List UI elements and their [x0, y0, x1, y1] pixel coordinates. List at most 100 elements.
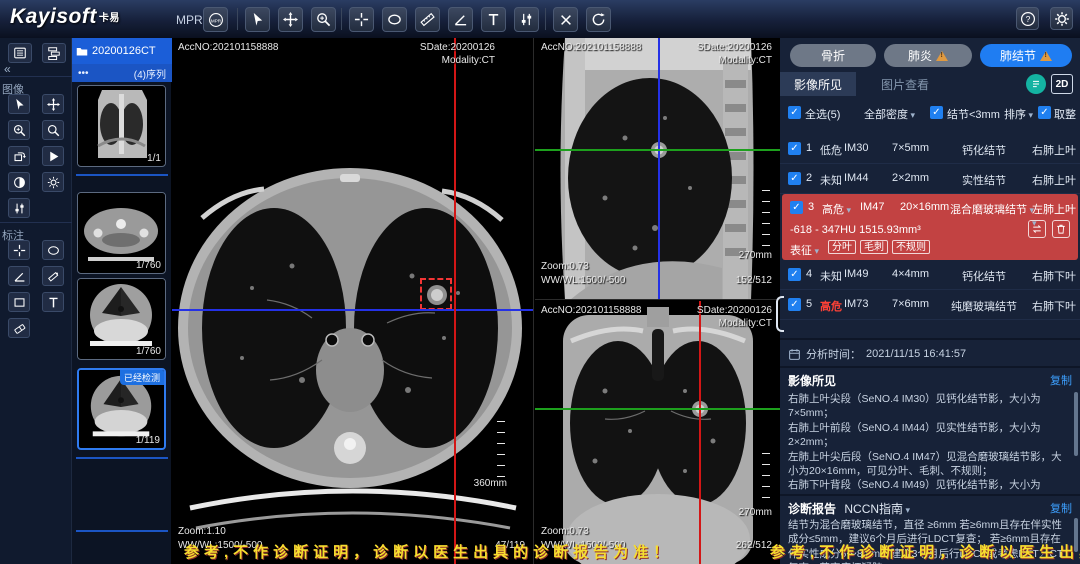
zoom-in-icon: [13, 124, 26, 137]
select-all-checkbox[interactable]: [788, 106, 801, 119]
delete-nodule-button[interactable]: [1052, 220, 1070, 238]
invert-contrast-tool[interactable]: [8, 172, 30, 192]
help-button[interactable]: ?: [1016, 7, 1039, 30]
nodule-risk-dropdown[interactable]: 高危: [822, 201, 851, 217]
sort-dropdown[interactable]: 排序: [1004, 106, 1033, 122]
feature-chip[interactable]: 分叶: [828, 240, 856, 254]
nodule-row[interactable]: 4 未知 IM49 4×4mm 钙化结节 右肺下叶: [780, 260, 1080, 290]
sagittal-viewport[interactable]: AccNO:202101158888 SDate:20200126 Modali…: [535, 38, 780, 300]
sagittal-modality: Modality:CT: [719, 55, 772, 66]
nodule-type: 钙化结节: [936, 268, 1032, 284]
tab-image-view[interactable]: 图片查看: [870, 72, 940, 96]
text-tool-button[interactable]: [481, 7, 506, 32]
nodule-type-dropdown[interactable]: 混合磨玻璃结节: [950, 201, 1034, 217]
feature-chip[interactable]: 不规则: [892, 240, 930, 254]
copy-findings-button[interactable]: 复制: [1050, 372, 1072, 388]
study-header[interactable]: 20200126CT: [72, 38, 172, 64]
coronal-vertical-reference-line[interactable]: [699, 301, 701, 564]
settings-button[interactable]: [1050, 7, 1073, 30]
thumbnail-scout[interactable]: 1/1: [77, 85, 166, 167]
thumb-counter: 1/1: [147, 153, 161, 164]
crosshair-annotation-tool[interactable]: [8, 240, 30, 260]
reset-tool-button[interactable]: [586, 7, 611, 32]
nodule-checkbox[interactable]: [788, 298, 801, 311]
thumbnail-axial-lung[interactable]: 1/760: [77, 278, 166, 360]
calendar-icon: [788, 348, 801, 361]
axial-viewport[interactable]: AccNO:202101158888 SDate:20200126 Modali…: [172, 38, 534, 564]
ruler-tool-button[interactable]: [415, 7, 440, 32]
follow-up-button[interactable]: [1028, 220, 1046, 238]
module-lung-nodule-button[interactable]: 肺结节: [980, 44, 1072, 67]
cine-play-tool[interactable]: [42, 146, 64, 166]
cursor-tool-button[interactable]: [245, 7, 270, 32]
nodule-location: 右肺下叶: [1032, 298, 1076, 314]
round-checkbox[interactable]: [1038, 106, 1051, 119]
more-button[interactable]: •••: [78, 68, 89, 79]
nodule-image-index: IM49: [844, 268, 868, 280]
coronal-horizontal-reference-line[interactable]: [535, 408, 780, 410]
tab-findings[interactable]: 影像所见: [780, 72, 856, 96]
coronal-viewport[interactable]: AccNO:202101158888 SDate:20200126 Modali…: [535, 301, 780, 564]
delete-annotation-button[interactable]: [553, 7, 578, 32]
nodule-size: 4×4mm: [892, 268, 929, 280]
window-level-tool[interactable]: [8, 198, 30, 218]
ellipse-annotation-tool[interactable]: [42, 240, 64, 260]
sagittal-zoom: Zoom:0.73: [541, 261, 589, 272]
module-fracture-button[interactable]: 骨折: [790, 44, 876, 67]
module-pneumonia-button[interactable]: 肺炎: [884, 44, 972, 67]
nodule-number: 4: [806, 268, 812, 280]
rotate-tool[interactable]: [8, 146, 30, 166]
density-dropdown[interactable]: 全部密度: [864, 106, 915, 122]
findings-scrollbar[interactable]: [1074, 392, 1078, 456]
eraser-tool[interactable]: [8, 318, 30, 338]
angle-annotation-tool[interactable]: [8, 266, 30, 286]
window-level-tool-button[interactable]: [514, 7, 539, 32]
nodule-roi-box[interactable]: [420, 278, 452, 310]
2d-mode-button[interactable]: 2D: [1051, 74, 1073, 94]
ellipse-tool-button[interactable]: [382, 7, 407, 32]
text-annotation-tool[interactable]: [42, 292, 64, 312]
nodule-row-selected[interactable]: 3 高危 IM47 20×16mm 混合磨玻璃结节 左肺上叶 -618 - 34…: [782, 194, 1078, 260]
folder-icon: [76, 45, 88, 57]
toolbar-separator: [341, 8, 342, 30]
thumbnail-axial-soft[interactable]: 1/760: [77, 192, 166, 274]
crosshair-tool-button[interactable]: [349, 7, 374, 32]
nodule-row[interactable]: 1 低危 IM30 7×5mm 钙化结节 右肺上叶: [780, 134, 1080, 164]
small-nodule-checkbox[interactable]: [930, 106, 943, 119]
report-scrollbar[interactable]: [1074, 518, 1078, 552]
thumbnail-axial-detected[interactable]: 已经检测 1/119: [77, 368, 166, 450]
nodule-checkbox[interactable]: [790, 201, 803, 214]
guideline-dropdown[interactable]: NCCN指南: [844, 502, 910, 516]
select-tool[interactable]: [8, 94, 30, 114]
nodule-row[interactable]: 5 高危 IM73 7×6mm 纯磨玻璃结节 右肺下叶: [780, 290, 1080, 320]
zoom-in-tool[interactable]: [8, 120, 30, 140]
copy-report-button[interactable]: 复制: [1050, 500, 1072, 516]
panel-tab-list[interactable]: [8, 43, 32, 63]
sagittal-sdate: SDate:20200126: [697, 42, 772, 53]
sagittal-vertical-reference-line[interactable]: [658, 38, 660, 300]
nodule-row[interactable]: 2 未知 IM44 2×2mm 实性结节 右肺上叶: [780, 164, 1080, 194]
magnify-tool[interactable]: [42, 120, 64, 140]
sagittal-horizontal-reference-line[interactable]: [535, 149, 780, 151]
zoom-in-tool-button[interactable]: [311, 7, 336, 32]
mpr-tool-button[interactable]: MPR: [203, 7, 228, 32]
nodule-checkbox[interactable]: [788, 268, 801, 281]
collapse-sidebar-button[interactable]: «: [4, 62, 11, 76]
pan-tool-button[interactable]: [278, 7, 303, 32]
panel-tab-structure[interactable]: [42, 43, 66, 63]
angle-tool-button[interactable]: [448, 7, 473, 32]
report-circle-button[interactable]: [1026, 74, 1046, 94]
axial-horizontal-reference-line[interactable]: [172, 309, 534, 311]
axial-vertical-reference-line[interactable]: [454, 38, 456, 564]
rectangle-annotation-tool[interactable]: [8, 292, 30, 312]
module-label: 骨折: [821, 47, 845, 64]
nodule-image-index: IM73: [844, 298, 868, 310]
brightness-tool[interactable]: [42, 172, 64, 192]
axial-sdate: SDate:20200126: [420, 42, 495, 53]
pan-tool[interactable]: [42, 94, 64, 114]
feature-chip[interactable]: 毛刺: [860, 240, 888, 254]
nodule-checkbox[interactable]: [788, 142, 801, 155]
nodule-checkbox[interactable]: [788, 172, 801, 185]
features-dropdown[interactable]: 表征: [790, 242, 819, 258]
pencil-annotation-tool[interactable]: [42, 266, 64, 286]
